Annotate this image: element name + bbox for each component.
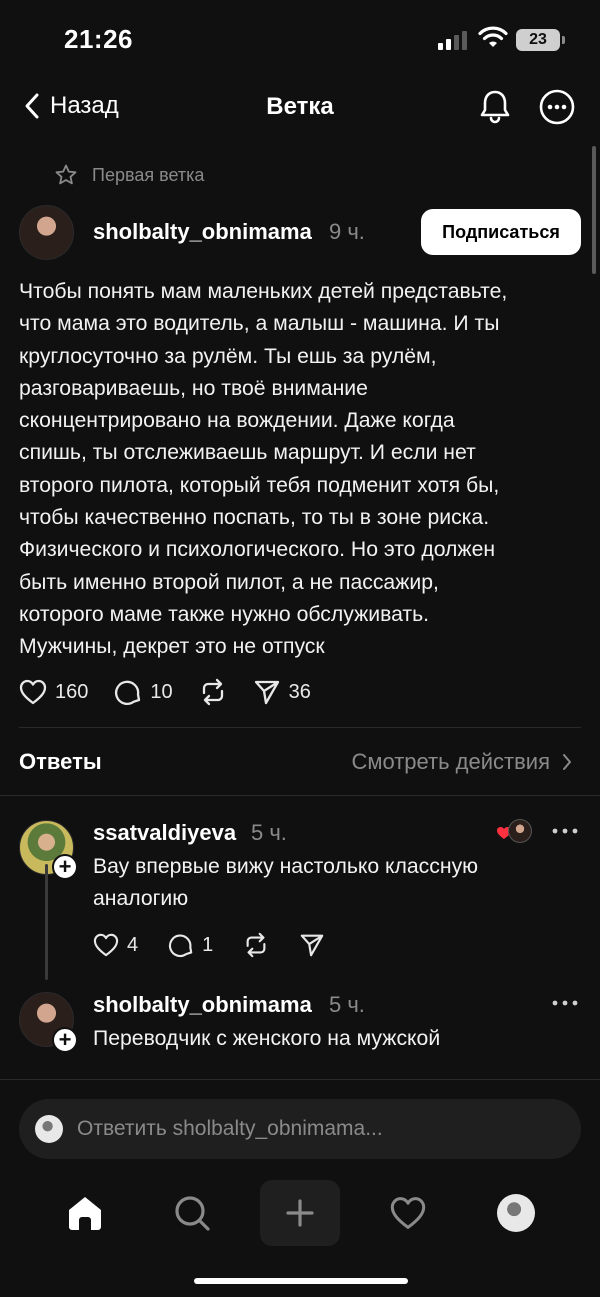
reply-like-button[interactable]: 4: [93, 933, 138, 957]
top-nav: Ветка Назад: [0, 80, 600, 136]
reply-text: Переводчик с женского на мужской: [93, 1027, 441, 1050]
reply-time: 5 ч.: [329, 992, 365, 1017]
battery-tip: [562, 36, 565, 44]
tab-new-post[interactable]: [260, 1180, 340, 1246]
author-avatar[interactable]: [19, 205, 74, 260]
reply-comment-button[interactable]: 1: [168, 932, 213, 958]
status-bar: 21:26 23: [0, 0, 600, 80]
status-time: 21:26: [64, 24, 133, 54]
divider: [0, 1079, 600, 1080]
send-icon: [300, 934, 324, 957]
view-activity-link[interactable]: Смотреть действия: [351, 749, 572, 775]
heart-icon: [19, 679, 47, 705]
scrollbar[interactable]: [592, 146, 596, 274]
comment-icon: [169, 934, 193, 957]
mini-avatar: [508, 819, 532, 843]
back-label: Назад: [50, 92, 119, 119]
wifi-icon: [478, 26, 508, 47]
reply-actions: 4 1: [93, 932, 325, 958]
divider: [0, 795, 600, 796]
divider: [19, 727, 581, 728]
post-time: 9 ч.: [329, 219, 365, 244]
reply-input[interactable]: Ответить sholbalty_obnimama...: [19, 1099, 581, 1159]
home-icon: [69, 1197, 101, 1230]
tab-search[interactable]: [152, 1180, 232, 1246]
tab-home[interactable]: [45, 1180, 125, 1246]
like-button[interactable]: 160: [19, 679, 88, 705]
send-icon: [254, 680, 279, 705]
repost-button[interactable]: [199, 678, 227, 706]
follow-plus-icon[interactable]: +: [52, 854, 78, 880]
follow-button[interactable]: Подписаться: [421, 209, 581, 255]
search-icon: [175, 1196, 210, 1231]
author-liked-indicator: [496, 819, 532, 845]
reply-more-icon[interactable]: [551, 998, 579, 1008]
profile-avatar: [497, 1194, 535, 1232]
reply-more-icon[interactable]: [551, 826, 579, 836]
thread-connector-line: [45, 864, 48, 980]
replies-heading: Ответы: [19, 749, 102, 774]
follow-plus-icon[interactable]: +: [52, 1027, 78, 1053]
repost-icon: [202, 678, 223, 706]
post-actions: 160 10 36: [19, 678, 311, 706]
heart-icon: [93, 933, 119, 957]
plus-icon: [286, 1199, 314, 1227]
reply-author[interactable]: ssatvaldiyeva: [93, 820, 236, 846]
comment-icon: [115, 680, 141, 705]
view-activity-label: Смотреть действия: [351, 749, 550, 774]
reply-comment-count: 1: [202, 933, 214, 956]
reply-repost-button[interactable]: [243, 932, 269, 958]
cellular-signal-icon: [438, 31, 467, 50]
comment-button[interactable]: 10: [114, 678, 173, 706]
chevron-left-icon: [25, 93, 39, 119]
thread-label-text: Первая ветка: [92, 164, 205, 185]
battery-icon: 23: [516, 29, 560, 51]
share-button[interactable]: 36: [253, 678, 311, 706]
back-button[interactable]: Назад: [24, 92, 119, 120]
star-icon: [55, 164, 77, 185]
tab-activity[interactable]: [368, 1180, 448, 1246]
reply-time: 5 ч.: [251, 820, 287, 845]
reply-like-count: 4: [127, 933, 139, 956]
reply-share-button[interactable]: [299, 932, 325, 958]
share-count: 36: [288, 680, 311, 703]
like-count: 160: [55, 680, 89, 703]
repost-icon: [246, 932, 266, 958]
chevron-right-icon: [563, 754, 571, 770]
heart-icon: [390, 1197, 426, 1229]
thread-label: Первая ветка: [54, 163, 204, 187]
current-user-avatar: [35, 1115, 63, 1143]
tab-profile[interactable]: [476, 1180, 556, 1246]
post-text: Чтобы понять мам маленьких детей предста…: [19, 280, 508, 659]
more-options-icon[interactable]: [538, 88, 576, 126]
bell-icon[interactable]: [477, 88, 513, 124]
reply-input-placeholder: Ответить sholbalty_obnimama...: [77, 1117, 383, 1140]
author-name[interactable]: sholbalty_obnimama: [93, 219, 312, 245]
home-indicator: [194, 1278, 408, 1284]
reply-text: Вау впервые вижу настолько классную анал…: [93, 855, 479, 910]
reply-author[interactable]: sholbalty_obnimama: [93, 992, 312, 1018]
comment-count: 10: [150, 680, 173, 703]
